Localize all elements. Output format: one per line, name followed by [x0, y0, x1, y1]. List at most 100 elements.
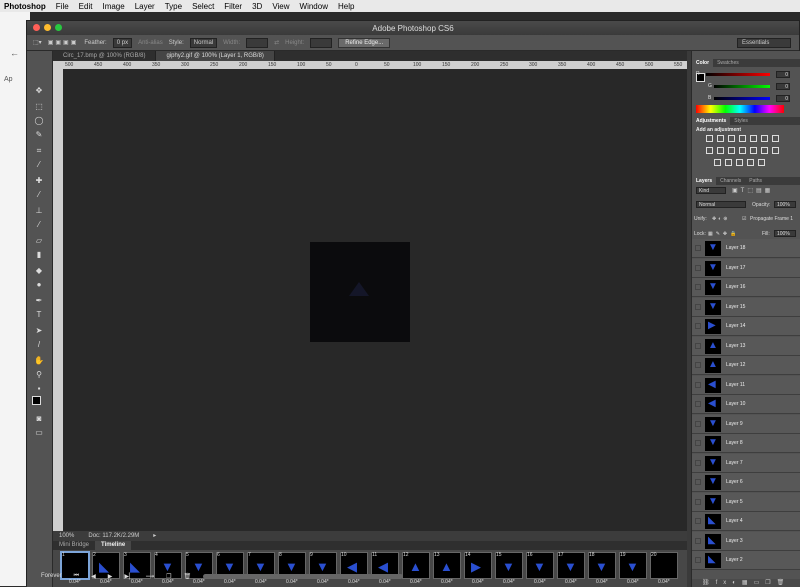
layer-row[interactable]: ▼ Layer 15: [692, 297, 800, 317]
timeline-frame[interactable]: ▼ 18 0.04*: [588, 552, 616, 585]
frame-delay[interactable]: 0.04*: [441, 579, 453, 585]
layer-row[interactable]: ◣ Layer 4: [692, 512, 800, 531]
tab-giphy2[interactable]: giphy2.gif @ 100% (Layer 1, RGB/8): [156, 51, 275, 61]
timeline-frame[interactable]: ▼ 17 0.04*: [557, 552, 585, 585]
frame-delay[interactable]: 0.04*: [627, 579, 639, 585]
minimize-icon[interactable]: [44, 24, 51, 31]
frame-delay[interactable]: 0.04*: [472, 579, 484, 585]
layer-row[interactable]: ▼ Layer 16: [692, 278, 800, 297]
first-frame-icon[interactable]: ⏮: [74, 573, 79, 580]
app-menu[interactable]: Photoshop: [4, 2, 46, 11]
dodge-tool-icon[interactable]: ●: [34, 281, 44, 289]
marquee-tool-icon[interactable]: ⬚: [34, 103, 44, 111]
eraser-tool-icon[interactable]: ▱: [34, 237, 44, 245]
layer-row[interactable]: ◀ Layer 10: [692, 395, 800, 414]
frame-delay[interactable]: 0.04*: [596, 579, 608, 585]
quick-mask-icon[interactable]: ◙: [34, 415, 44, 423]
visibility-toggle[interactable]: [695, 459, 701, 466]
marquee-tool-icon[interactable]: ⬚▾: [33, 39, 42, 46]
layer-name[interactable]: Layer 6: [726, 479, 743, 485]
layer-row[interactable]: ▼ Layer 7: [692, 453, 800, 473]
timeline-frame[interactable]: ▼ 19 0.04*: [619, 552, 647, 585]
feather-input[interactable]: 0 px: [112, 37, 133, 48]
blur-tool-icon[interactable]: ◆: [34, 267, 44, 275]
frame-delay[interactable]: 0.04*: [534, 579, 546, 585]
propagate-checkbox[interactable]: ☑: [742, 216, 746, 222]
foreground-color-swatch[interactable]: [32, 396, 41, 405]
visibility-toggle[interactable]: [695, 284, 701, 290]
layer-row[interactable]: ▼ Layer 9: [692, 414, 800, 434]
layer-row[interactable]: ▼ Layer 8: [692, 434, 800, 453]
healing-tool-icon[interactable]: ✚: [34, 177, 44, 185]
play-icon[interactable]: ▶: [108, 573, 113, 580]
menu-type[interactable]: Type: [165, 2, 182, 11]
tab-circ-17[interactable]: Circ_17.bmp @ 100% (RGB/8): [53, 51, 157, 61]
tab-channels[interactable]: Channels: [716, 177, 745, 185]
swap-icon[interactable]: ⇄: [274, 39, 279, 46]
layer-name[interactable]: Layer 9: [726, 421, 743, 427]
visibility-toggle[interactable]: [695, 518, 701, 524]
unify-icons[interactable]: ✥◐⊕: [712, 216, 729, 222]
menu-layer[interactable]: Layer: [135, 2, 155, 11]
tab-timeline[interactable]: Timeline: [95, 541, 132, 550]
tab-paths[interactable]: Paths: [745, 177, 766, 185]
type-tool-icon[interactable]: T: [34, 311, 44, 319]
layer-row[interactable]: ▲ Layer 12: [692, 356, 800, 375]
stamp-tool-icon[interactable]: ⊥: [34, 207, 44, 215]
document-canvas[interactable]: [310, 242, 410, 342]
gradient-tool-icon[interactable]: ▮: [34, 251, 44, 259]
layer-name[interactable]: Layer 17: [726, 265, 745, 271]
layer-name[interactable]: Layer 11: [726, 382, 745, 388]
layer-row[interactable]: ▼ Layer 6: [692, 473, 800, 492]
menu-filter[interactable]: Filter: [224, 2, 242, 11]
lock-icons[interactable]: ▦✎✥🔒: [708, 231, 739, 237]
tab-color[interactable]: Color: [692, 59, 714, 67]
b-value[interactable]: 0: [776, 95, 790, 102]
visibility-toggle[interactable]: [695, 362, 701, 368]
timeline-frame[interactable]: ▼ 16 0.04*: [526, 552, 554, 585]
g-value[interactable]: 0: [776, 83, 790, 90]
tab-adjustments[interactable]: Adjustments: [692, 117, 731, 125]
duplicate-frame-icon[interactable]: ❐: [166, 573, 171, 580]
brush-tool-icon[interactable]: ⁄: [34, 191, 44, 199]
visibility-toggle[interactable]: [695, 537, 701, 544]
tween-icon[interactable]: ⟿: [146, 573, 155, 580]
close-icon[interactable]: [33, 24, 40, 31]
prev-frame-icon[interactable]: ◀: [91, 573, 96, 580]
refine-edge-button[interactable]: Refine Edge...: [338, 37, 391, 48]
layer-row[interactable]: ◣ Layer 2: [692, 551, 800, 570]
layer-name[interactable]: Layer 16: [726, 284, 745, 290]
width-input[interactable]: [246, 37, 269, 48]
visibility-toggle[interactable]: [695, 323, 701, 329]
timeline-frame[interactable]: ▲ 12 0.04*: [402, 552, 430, 585]
hand-tool-icon[interactable]: ✋: [34, 357, 44, 365]
layer-row[interactable]: ◀ Layer 11: [692, 375, 800, 395]
antialias-checkbox[interactable]: Anti-alias: [138, 40, 163, 46]
height-input[interactable]: [310, 37, 333, 48]
r-value[interactable]: 0: [776, 71, 790, 78]
r-slider[interactable]: [706, 73, 770, 76]
layer-row[interactable]: ▶ Layer 14: [692, 317, 800, 336]
lasso-tool-icon[interactable]: ◯: [34, 117, 44, 125]
timeline-scrollbar[interactable]: [203, 574, 404, 579]
zoom-level[interactable]: 100%: [59, 533, 74, 539]
tab-layers[interactable]: Layers: [692, 177, 717, 185]
frame-delay[interactable]: 0.04*: [410, 579, 422, 585]
layer-row[interactable]: ▼ Layer 5: [692, 492, 800, 512]
blend-mode-select[interactable]: Normal: [696, 201, 746, 208]
color-spectrum[interactable]: [696, 105, 784, 113]
visibility-toggle[interactable]: [695, 264, 701, 271]
opacity-input[interactable]: 100%: [774, 201, 796, 208]
style-select[interactable]: Normal: [189, 37, 218, 48]
layer-name[interactable]: Layer 7: [726, 460, 743, 466]
reset-colors-icon[interactable]: ▪: [34, 385, 44, 393]
move-tool-icon[interactable]: ✥: [34, 87, 44, 95]
next-frame-icon[interactable]: ▶▏: [124, 573, 133, 580]
tab-mini-bridge[interactable]: Mini Bridge: [53, 541, 95, 550]
selection-mode-icons[interactable]: ▣▣▣▣: [48, 39, 79, 46]
layer-name[interactable]: Layer 14: [726, 323, 745, 329]
layer-name[interactable]: Layer 3: [726, 538, 743, 544]
layer-name[interactable]: Layer 15: [726, 304, 745, 310]
layer-row[interactable]: ◣ Layer 3: [692, 531, 800, 551]
timeline-frame[interactable]: ▲ 13 0.04*: [433, 552, 461, 585]
